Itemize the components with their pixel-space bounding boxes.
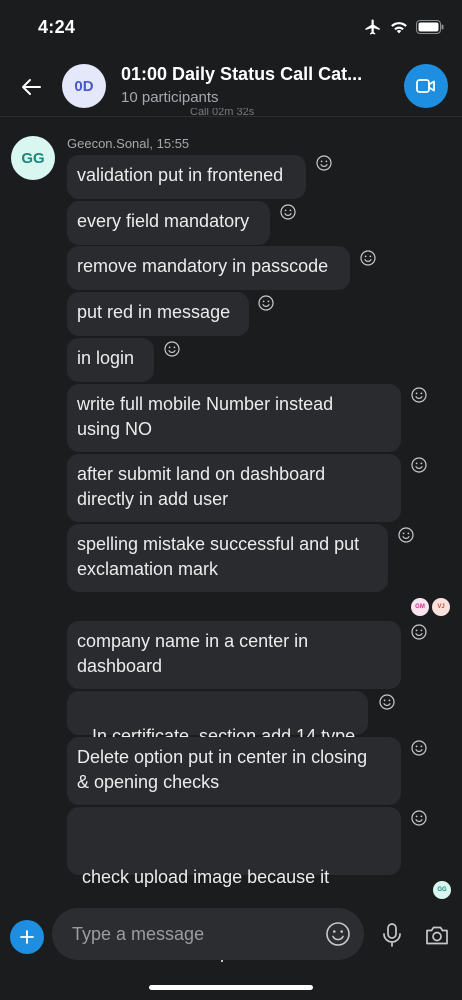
message-line: validation put in frontened: [77, 165, 284, 185]
add-reaction-icon[interactable]: [411, 387, 427, 403]
add-reaction-icon[interactable]: [164, 341, 180, 357]
battery-icon: [416, 20, 444, 34]
message-bubble[interactable]: company name in a center in dashboard: [67, 621, 401, 689]
message-line: spelling mistake successful and put: [77, 534, 360, 554]
status-time: 4:24: [38, 17, 76, 37]
call-notice: Call 02m 32s: [190, 108, 255, 116]
message-bubble[interactable]: remove mandatory in passcode: [67, 246, 350, 290]
home-indicator: [149, 985, 313, 990]
sender-avatar[interactable]: GG: [11, 136, 55, 180]
message-line: in login: [77, 348, 135, 368]
message-line: dashboard: [77, 656, 163, 676]
add-reaction-icon[interactable]: [379, 694, 395, 710]
status-icons: [364, 18, 444, 36]
message-input[interactable]: [52, 908, 364, 960]
video-call-icon: [416, 79, 435, 93]
microphone-icon[interactable]: [380, 922, 404, 948]
message-line: company name in a center in: [77, 631, 309, 651]
message-bubble[interactable]: write full mobile Number instead using N…: [67, 384, 401, 452]
message-bubble[interactable]: Delete option put in center in closing &…: [67, 737, 401, 805]
message-bubble[interactable]: In certificate section add 14 type: [67, 691, 368, 746]
add-reaction-icon[interactable]: [411, 810, 427, 826]
message-bubble[interactable]: validation put in frontened: [67, 155, 306, 199]
message-line: check upload image because it: [77, 867, 330, 887]
message-bubble[interactable]: put red in message: [67, 292, 249, 336]
message-bubble[interactable]: check upload image because it seems look…: [67, 807, 401, 962]
message-bubble[interactable]: after submit land on dashboard directly …: [67, 454, 401, 522]
add-reaction-icon[interactable]: [258, 295, 274, 311]
add-reaction-icon[interactable]: [411, 457, 427, 473]
status-bar: 4:24: [0, 0, 462, 56]
read-receipt-avatar: VJ: [432, 598, 450, 616]
add-attachment-button[interactable]: [10, 920, 44, 954]
add-reaction-icon[interactable]: [360, 250, 376, 266]
message-bubble[interactable]: in login: [67, 338, 154, 382]
group-avatar[interactable]: 0D: [62, 64, 106, 108]
video-call-button[interactable]: [404, 64, 448, 108]
message-line: put red in message: [77, 302, 231, 322]
message-line: exclamation mark: [77, 559, 219, 579]
participants-count[interactable]: 10 participants: [121, 89, 219, 106]
emoji-icon[interactable]: [325, 921, 351, 947]
add-reaction-icon[interactable]: [398, 527, 414, 543]
camera-icon[interactable]: [424, 923, 450, 947]
airplane-icon: [365, 19, 380, 35]
add-reaction-icon[interactable]: [316, 155, 332, 171]
add-reaction-icon[interactable]: [280, 204, 296, 220]
wifi-icon: [391, 22, 407, 34]
message-line: & opening checks: [77, 772, 220, 792]
message-bubble[interactable]: spelling mistake successful and put excl…: [67, 524, 388, 592]
message-line: Delete option put in center in closing: [77, 747, 368, 767]
sender-meta: Geecon.Sonal, 15:55: [67, 136, 190, 151]
plus-icon: [20, 930, 34, 944]
read-receipt-avatar: GM: [411, 598, 429, 616]
message-line: every field mandatory: [77, 211, 250, 231]
back-arrow-icon: [22, 79, 41, 95]
message-composer: [0, 904, 462, 964]
message-line: after submit land on dashboard: [77, 464, 326, 484]
add-reaction-icon[interactable]: [411, 740, 427, 756]
message-line: using NO: [77, 419, 153, 439]
message-line: directly in add user: [77, 489, 229, 509]
add-reaction-icon[interactable]: [411, 624, 427, 640]
message-line: remove mandatory in passcode: [77, 256, 329, 276]
back-button[interactable]: [14, 70, 48, 104]
message-bubble[interactable]: every field mandatory: [67, 201, 270, 245]
message-line: write full mobile Number instead: [77, 394, 334, 414]
read-receipt-avatar: GG: [433, 881, 451, 899]
chat-title[interactable]: 01:00 Daily Status Call Cat...: [121, 64, 383, 85]
